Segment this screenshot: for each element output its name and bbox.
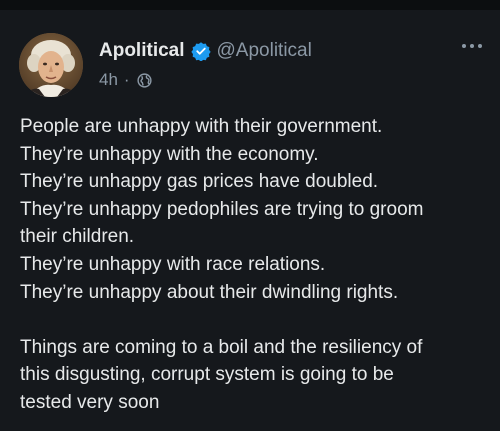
meta-separator: · xyxy=(123,70,130,89)
post-text-line: this disgusting, corrupt system is going… xyxy=(20,364,394,386)
post-text-line: They’re unhappy with the economy. xyxy=(20,143,319,165)
post-text-line: People are unhappy with their government… xyxy=(20,116,383,137)
more-dot xyxy=(462,44,466,48)
globe-icon xyxy=(137,72,152,88)
top-divider xyxy=(0,0,500,10)
author-handle[interactable]: @Apolitical xyxy=(217,40,312,62)
post-header: Apolitical @Apolitical xyxy=(99,40,440,62)
post-text-line: Things are coming to a boil and the resi… xyxy=(20,336,423,358)
post-text-line: They’re unhappy pedophiles are trying to… xyxy=(20,198,424,220)
post-text-line: tested very soon xyxy=(20,391,160,413)
post-text-line: their children. xyxy=(20,226,135,248)
post-text-line: They’re unhappy gas prices have doubled. xyxy=(20,171,379,193)
post-text-line: They’re unhappy about their dwindling ri… xyxy=(20,281,399,303)
verified-badge-icon xyxy=(190,42,211,61)
more-dot xyxy=(470,44,474,48)
more-dot xyxy=(478,44,482,48)
post-card: Apolitical @Apolitical 4h · People are u… xyxy=(0,0,500,431)
post-time[interactable]: 4h xyxy=(99,70,118,90)
portrait-avatar-icon xyxy=(19,33,83,97)
author-display-name[interactable]: Apolitical xyxy=(99,40,185,62)
avatar[interactable] xyxy=(19,33,83,97)
post-meta: 4h · xyxy=(99,70,153,90)
more-options-icon[interactable] xyxy=(462,44,482,48)
post-body: People are unhappy with their government… xyxy=(20,113,485,417)
post-text-line: They’re unhappy with race relations. xyxy=(20,253,326,275)
